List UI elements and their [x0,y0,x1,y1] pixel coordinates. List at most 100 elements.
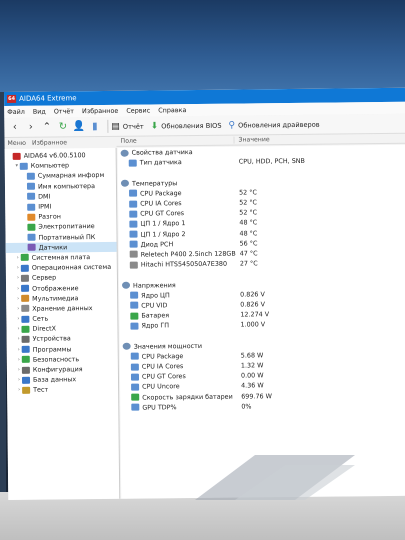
tree-item-label: Мультимедиа [32,293,79,303]
sensor-row-icon [129,261,138,269]
sensor-icon [120,149,129,157]
sensor-field-label: Батарея [141,311,170,320]
bios-update-button[interactable]: ⬇ Обновления BIOS [151,120,222,131]
section-title: Температуры [131,178,178,188]
tree-item-icon [21,284,30,292]
driver-update-label: Обновления драйверов [238,120,320,130]
sensor-field-cell: CPU Uncore [120,382,237,391]
tree-item-icon [27,213,36,221]
section-title: Напряжения [132,280,176,290]
refresh-icon[interactable]: ↻ [56,120,69,133]
menu-help[interactable]: Справка [158,106,186,114]
sensor-value: 1.000 V [240,320,266,329]
tree-item-icon [26,182,36,190]
sensor-row[interactable]: GPU TDP% 0% [120,399,405,412]
sensor-row-icon [129,210,138,218]
sensor-field-cell: CPU GT Cores [120,372,237,381]
tree-item-label: Операционная система [31,263,112,272]
sensor-field-cell: Тип датчика [118,158,235,167]
sensor-row-icon [131,393,140,401]
sensor-field-cell: Ядро ГП [119,321,236,330]
sensor-field-cell: CPU VID [119,300,236,309]
sensor-field-label: CPU IA Cores [140,199,182,208]
thermometer-icon [120,179,130,187]
back-icon[interactable]: ‹ [8,121,21,134]
tree-item-label: IPMI [38,202,52,211]
tree-item-label: Портативный ПК [38,232,96,242]
tree-item-icon [21,305,30,313]
sensor-row-icon [129,240,138,248]
tree-item-label: Тест [33,385,49,395]
user-icon[interactable]: 👤 [72,120,86,133]
tree-item-label: Хранение данных [32,303,93,313]
aida64-window: 64 AIDA64 Extreme Файл Вид Отчёт Избранн… [4,87,405,500]
sensor-field-cell: ЦП 1 / Ядро 1 [118,219,235,228]
sensor-field-label: Hitachi HTS545050A7E380 [140,259,228,269]
bios-update-label: Обновления BIOS [161,121,222,130]
sensor-field-label: ЦП 1 / Ядро 1 [140,219,186,228]
sensor-field-label: Ядро ЦП [141,290,170,300]
menu-file[interactable]: Файл [7,108,25,116]
sensor-value: 56 °C [239,239,258,248]
tree-item-label: DirectX [32,324,57,333]
menu-favorites[interactable]: Избранное [82,107,118,115]
menu-report[interactable]: Отчёт [54,107,74,115]
sensor-row-icon [130,322,139,330]
menu-service[interactable]: Сервис [126,106,150,114]
desktop-wallpaper-shape [195,455,355,500]
tree-item-icon [21,366,30,374]
report-icon: ▤ [111,121,120,132]
forward-icon[interactable]: › [24,121,37,134]
sensor-field-label: Диод PCH [140,240,174,249]
sensor-field-label: Тип датчика [139,158,182,167]
up-icon[interactable]: ⌃ [40,120,53,133]
sensor-row-icon [129,251,138,259]
sensor-field-label: Ядро ГП [141,321,170,330]
section-title: Свойства датчика [131,148,193,157]
sensor-value: 52 °C [239,208,258,217]
sensor-field-cell: CPU IA Cores [120,362,237,371]
column-header-value[interactable]: Значение [234,136,269,143]
sensor-value: CPU, HDD, PCH, SNB [238,157,305,166]
sensor-field-cell: Диод PCH [119,239,236,248]
report-button[interactable]: ▤ Отчёт [111,121,143,131]
driver-update-button[interactable]: ⚲ Обновления драйверов [228,119,319,130]
sensor-field-label: CPU IA Cores [141,362,184,371]
tree-item[interactable]: › Тест [7,384,118,395]
sensor-row-icon [129,200,138,208]
voltage-icon [121,281,131,289]
sensor-field-cell: Батарея [119,311,236,320]
menu-view[interactable]: Вид [33,108,46,116]
sensor-field-label: Reletech P400 2.5inch 128GB [140,249,236,259]
sensor-field-cell: CPU Package [120,351,237,360]
chart-icon[interactable]: ▮ [88,120,101,133]
sensor-value: 52 °C [239,188,257,197]
sensor-row-icon [129,230,138,238]
sensor-field-cell: CPU IA Cores [118,199,235,208]
sensor-field-label: CPU Package [140,188,182,198]
sensor-field-cell: CPU Package [118,188,235,197]
sensor-row-icon [130,363,139,371]
tree-item-label: Суммарная информ [37,171,105,181]
sensor-row-icon [130,302,139,310]
tree-item-label: Системная плата [31,253,91,262]
sensor-row-icon [129,220,138,228]
sensor-value: 48 °C [239,228,258,238]
column-header-field[interactable]: Поле [116,136,235,145]
sensor-value: 5.68 W [240,351,264,360]
sensor-field-label: ЦП 1 / Ядро 2 [140,229,186,239]
sensor-value: 0% [241,402,252,411]
sensor-row-icon [131,383,140,391]
tab-menu[interactable]: Меню [7,139,25,146]
sensor-value: 52 °C [239,198,258,207]
sensor-row-icon [130,373,140,381]
toolbar-separator [107,119,109,133]
sensor-value: 0.826 V [240,289,265,299]
tree-item-icon [21,356,30,364]
sensor-value: 0.826 V [240,300,265,309]
tab-favorites[interactable]: Избранное [32,139,67,146]
tree-item-label: Разгон [38,212,61,221]
sensor-field-cell: GPU TDP% [120,402,237,411]
sensor-value: 47 °C [239,249,258,258]
tree-item-icon [27,233,36,241]
